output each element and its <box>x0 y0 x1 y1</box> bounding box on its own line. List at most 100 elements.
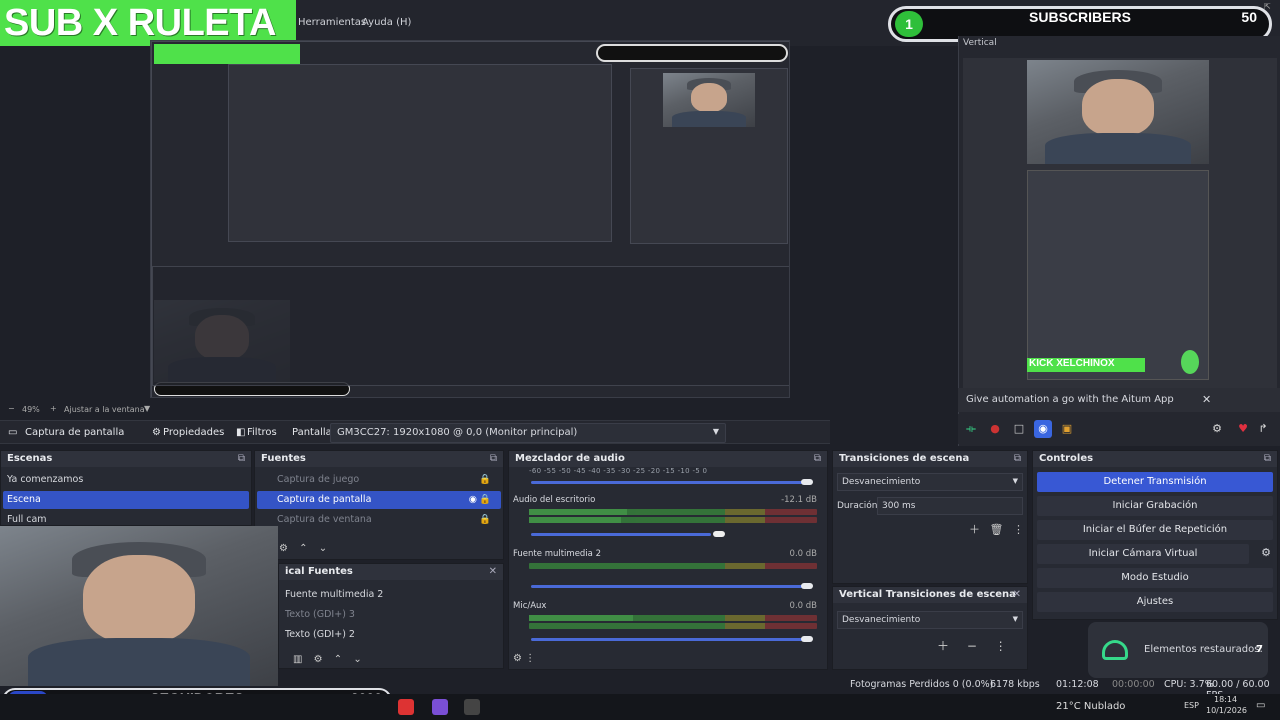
scenes-dock: Escenas ⧉ Ya comenzamos Escena Full cam <box>0 450 252 526</box>
virtual-camera-button[interactable]: Iniciar Cámara Virtual <box>1037 544 1249 564</box>
replay-buffer-button[interactable]: Iniciar el Búfer de Repetición <box>1037 520 1273 540</box>
filter-icon: ◧ <box>236 427 246 438</box>
zoom-row: − 49% + Ajustar a la ventana ▼ <box>0 402 950 418</box>
chevron-down-icon[interactable]: ▼ <box>144 404 150 413</box>
zoom-out-icon[interactable]: − <box>8 404 15 413</box>
nested-subscribers-icon <box>596 44 788 62</box>
transition-select[interactable]: Desvanecimiento ▼ <box>837 473 1023 491</box>
stop-icon[interactable]: □ <box>1010 420 1028 438</box>
menu-tools[interactable]: Herramientas <box>298 17 366 28</box>
close-icon[interactable]: ✕ <box>489 566 497 577</box>
close-icon[interactable]: ✕ <box>1202 393 1211 406</box>
audio-meter <box>529 615 817 621</box>
gear-icon: ⚙ <box>152 427 161 438</box>
close-icon[interactable]: ✕ <box>1013 589 1021 600</box>
zoom-in-icon[interactable]: + <box>50 404 57 413</box>
controls-dock: Controles ⧉ Detener Transmisión Iniciar G… <box>1032 450 1278 620</box>
transition-type: Desvanecimiento <box>842 477 921 487</box>
lock-icon[interactable]: 🔒 <box>479 494 491 505</box>
discord-icon[interactable] <box>432 699 448 715</box>
dock-icon[interactable]: ⧉ <box>490 453 497 464</box>
dropped-frames: Fotogramas Perdidos 0 (0.0%) <box>850 679 994 690</box>
stream-icon[interactable]: ⟛ <box>962 420 980 438</box>
dock-icon[interactable]: ⧉ <box>238 453 245 464</box>
lock-icon[interactable]: 🔒 <box>479 474 491 485</box>
start-recording-button[interactable]: Iniciar Grabación <box>1037 496 1273 516</box>
rec-time: 00:00:00 <box>1112 679 1155 690</box>
nested-preview-inner <box>228 64 612 242</box>
vtransition-toolbar[interactable]: ＋ − ⋮ <box>937 637 1007 654</box>
vsource-item[interactable]: Fuente multimedia 2 <box>281 586 501 604</box>
source-item-selected[interactable]: Captura de pantalla ◉ 🔒 <box>257 491 501 509</box>
vtransition-select[interactable]: Desvanecimiento ▼ <box>837 611 1023 629</box>
scene-item[interactable]: Ya comenzamos <box>3 471 249 489</box>
heart-icon[interactable]: ♥ <box>1234 420 1252 438</box>
main-preview[interactable] <box>150 40 790 398</box>
vertical-sources-title: ical Fuentes <box>285 566 353 577</box>
stop-stream-button[interactable]: Detener Transmisión <box>1037 472 1273 492</box>
volume-slider[interactable] <box>531 636 813 642</box>
vsource-toolbar[interactable]: ▥ ⚙ ⌃ ⌄ <box>293 654 362 665</box>
popout-icon[interactable]: ↱ <box>1254 420 1272 438</box>
zoom-fit[interactable]: Ajustar a la ventana <box>64 405 145 414</box>
screen-select[interactable]: GM3CC27: 1920x1080 @ 0,0 (Monitor princi… <box>330 423 726 443</box>
vertical-preview[interactable]: KICK XELCHINOX <box>963 58 1277 412</box>
audio-meter <box>529 623 817 629</box>
settings-button[interactable]: Ajustes <box>1037 592 1273 612</box>
studio-mode-button[interactable]: Modo Estudio <box>1037 568 1273 588</box>
replay-icon[interactable]: ◉ <box>1034 420 1052 438</box>
status-bar: Fotogramas Perdidos 0 (0.0%) 6178 kbps 0… <box>830 676 1280 701</box>
vsource-item[interactable]: Texto (GDI+) 3 <box>281 606 501 624</box>
scene-item-selected[interactable]: Escena <box>3 491 249 509</box>
channel-db: 0.0 dB <box>789 549 817 559</box>
properties-button[interactable]: Propiedades <box>163 427 224 438</box>
menu-help[interactable]: Ayuda (H) <box>362 17 411 28</box>
dock-icon[interactable]: ⧉ <box>1264 453 1271 464</box>
volume-slider[interactable] <box>531 479 813 485</box>
nested-preview <box>151 41 789 397</box>
folder-icon[interactable]: ▣ <box>1058 420 1076 438</box>
filters-button[interactable]: Filtros <box>247 427 277 438</box>
source-item[interactable]: Captura de juego 🔒 <box>257 471 501 489</box>
scenes-title: Escenas <box>7 453 53 464</box>
nested-vertical <box>630 68 788 244</box>
source-item[interactable]: Captura de ventana 🔒 <box>257 511 501 529</box>
eye-icon[interactable]: ◉ <box>469 494 477 505</box>
notification-icon[interactable]: ▭ <box>1256 700 1265 711</box>
chrome-icon[interactable] <box>398 699 414 715</box>
clock-date: 10/1/2026 <box>1206 706 1248 715</box>
nested-overlay-title-icon <box>154 44 300 64</box>
vsource-item[interactable]: Texto (GDI+) 2 <box>281 626 501 644</box>
obs-icon[interactable] <box>464 699 480 715</box>
properties-bar: ▭ Captura de pantalla ⚙ Propiedades ◧ Fi… <box>0 420 830 444</box>
gear-icon[interactable]: ⚙ <box>1261 546 1271 559</box>
mascot-icon <box>1181 350 1199 374</box>
clock-time: 18:14 <box>1214 695 1238 704</box>
weather[interactable]: 21°C Nublado <box>1056 701 1125 712</box>
source-label: Captura de ventana <box>277 514 372 525</box>
monitor-icon: ▭ <box>8 427 18 438</box>
audio-meter <box>529 509 817 515</box>
dock-icon[interactable]: ⧉ <box>1014 453 1021 464</box>
dock-icon[interactable]: ⧉ <box>814 453 821 464</box>
vertical-banner: KICK XELCHINOX <box>1027 358 1145 372</box>
mixer-settings-icon[interactable]: ⚙ ⋮ <box>513 653 535 664</box>
channel-name: Audio del escritorio <box>513 495 596 505</box>
window-controls-icon[interactable]: ⇱ <box>1264 2 1271 11</box>
record-icon[interactable]: ● <box>986 420 1004 438</box>
mixer-title: Mezclador de audio <box>515 453 625 464</box>
vertical-nested-screen <box>1027 170 1209 380</box>
restore-toast: Elementos restaurados: 7 <box>1088 622 1268 678</box>
transition-toolbar[interactable]: ＋ 🗑 ⋮ <box>969 521 1024 537</box>
gear-icon[interactable]: ⚙ <box>1208 420 1226 438</box>
language[interactable]: ESP <box>1184 701 1199 710</box>
source-toolbar[interactable]: ⚙ ⌃ ⌄ <box>279 543 327 554</box>
volume-slider[interactable] <box>531 531 725 537</box>
volume-slider[interactable] <box>531 583 813 589</box>
duration-input[interactable]: 300 ms <box>877 497 1023 515</box>
zoom-level: 49% <box>22 405 40 414</box>
screen-label: Pantalla <box>292 427 332 438</box>
mixer-scale: -60 -55 -50 -45 -40 -35 -30 -25 -20 -15 … <box>529 467 708 475</box>
subscribers-goal: 50 <box>1241 9 1257 25</box>
lock-icon[interactable]: 🔒 <box>479 514 491 525</box>
